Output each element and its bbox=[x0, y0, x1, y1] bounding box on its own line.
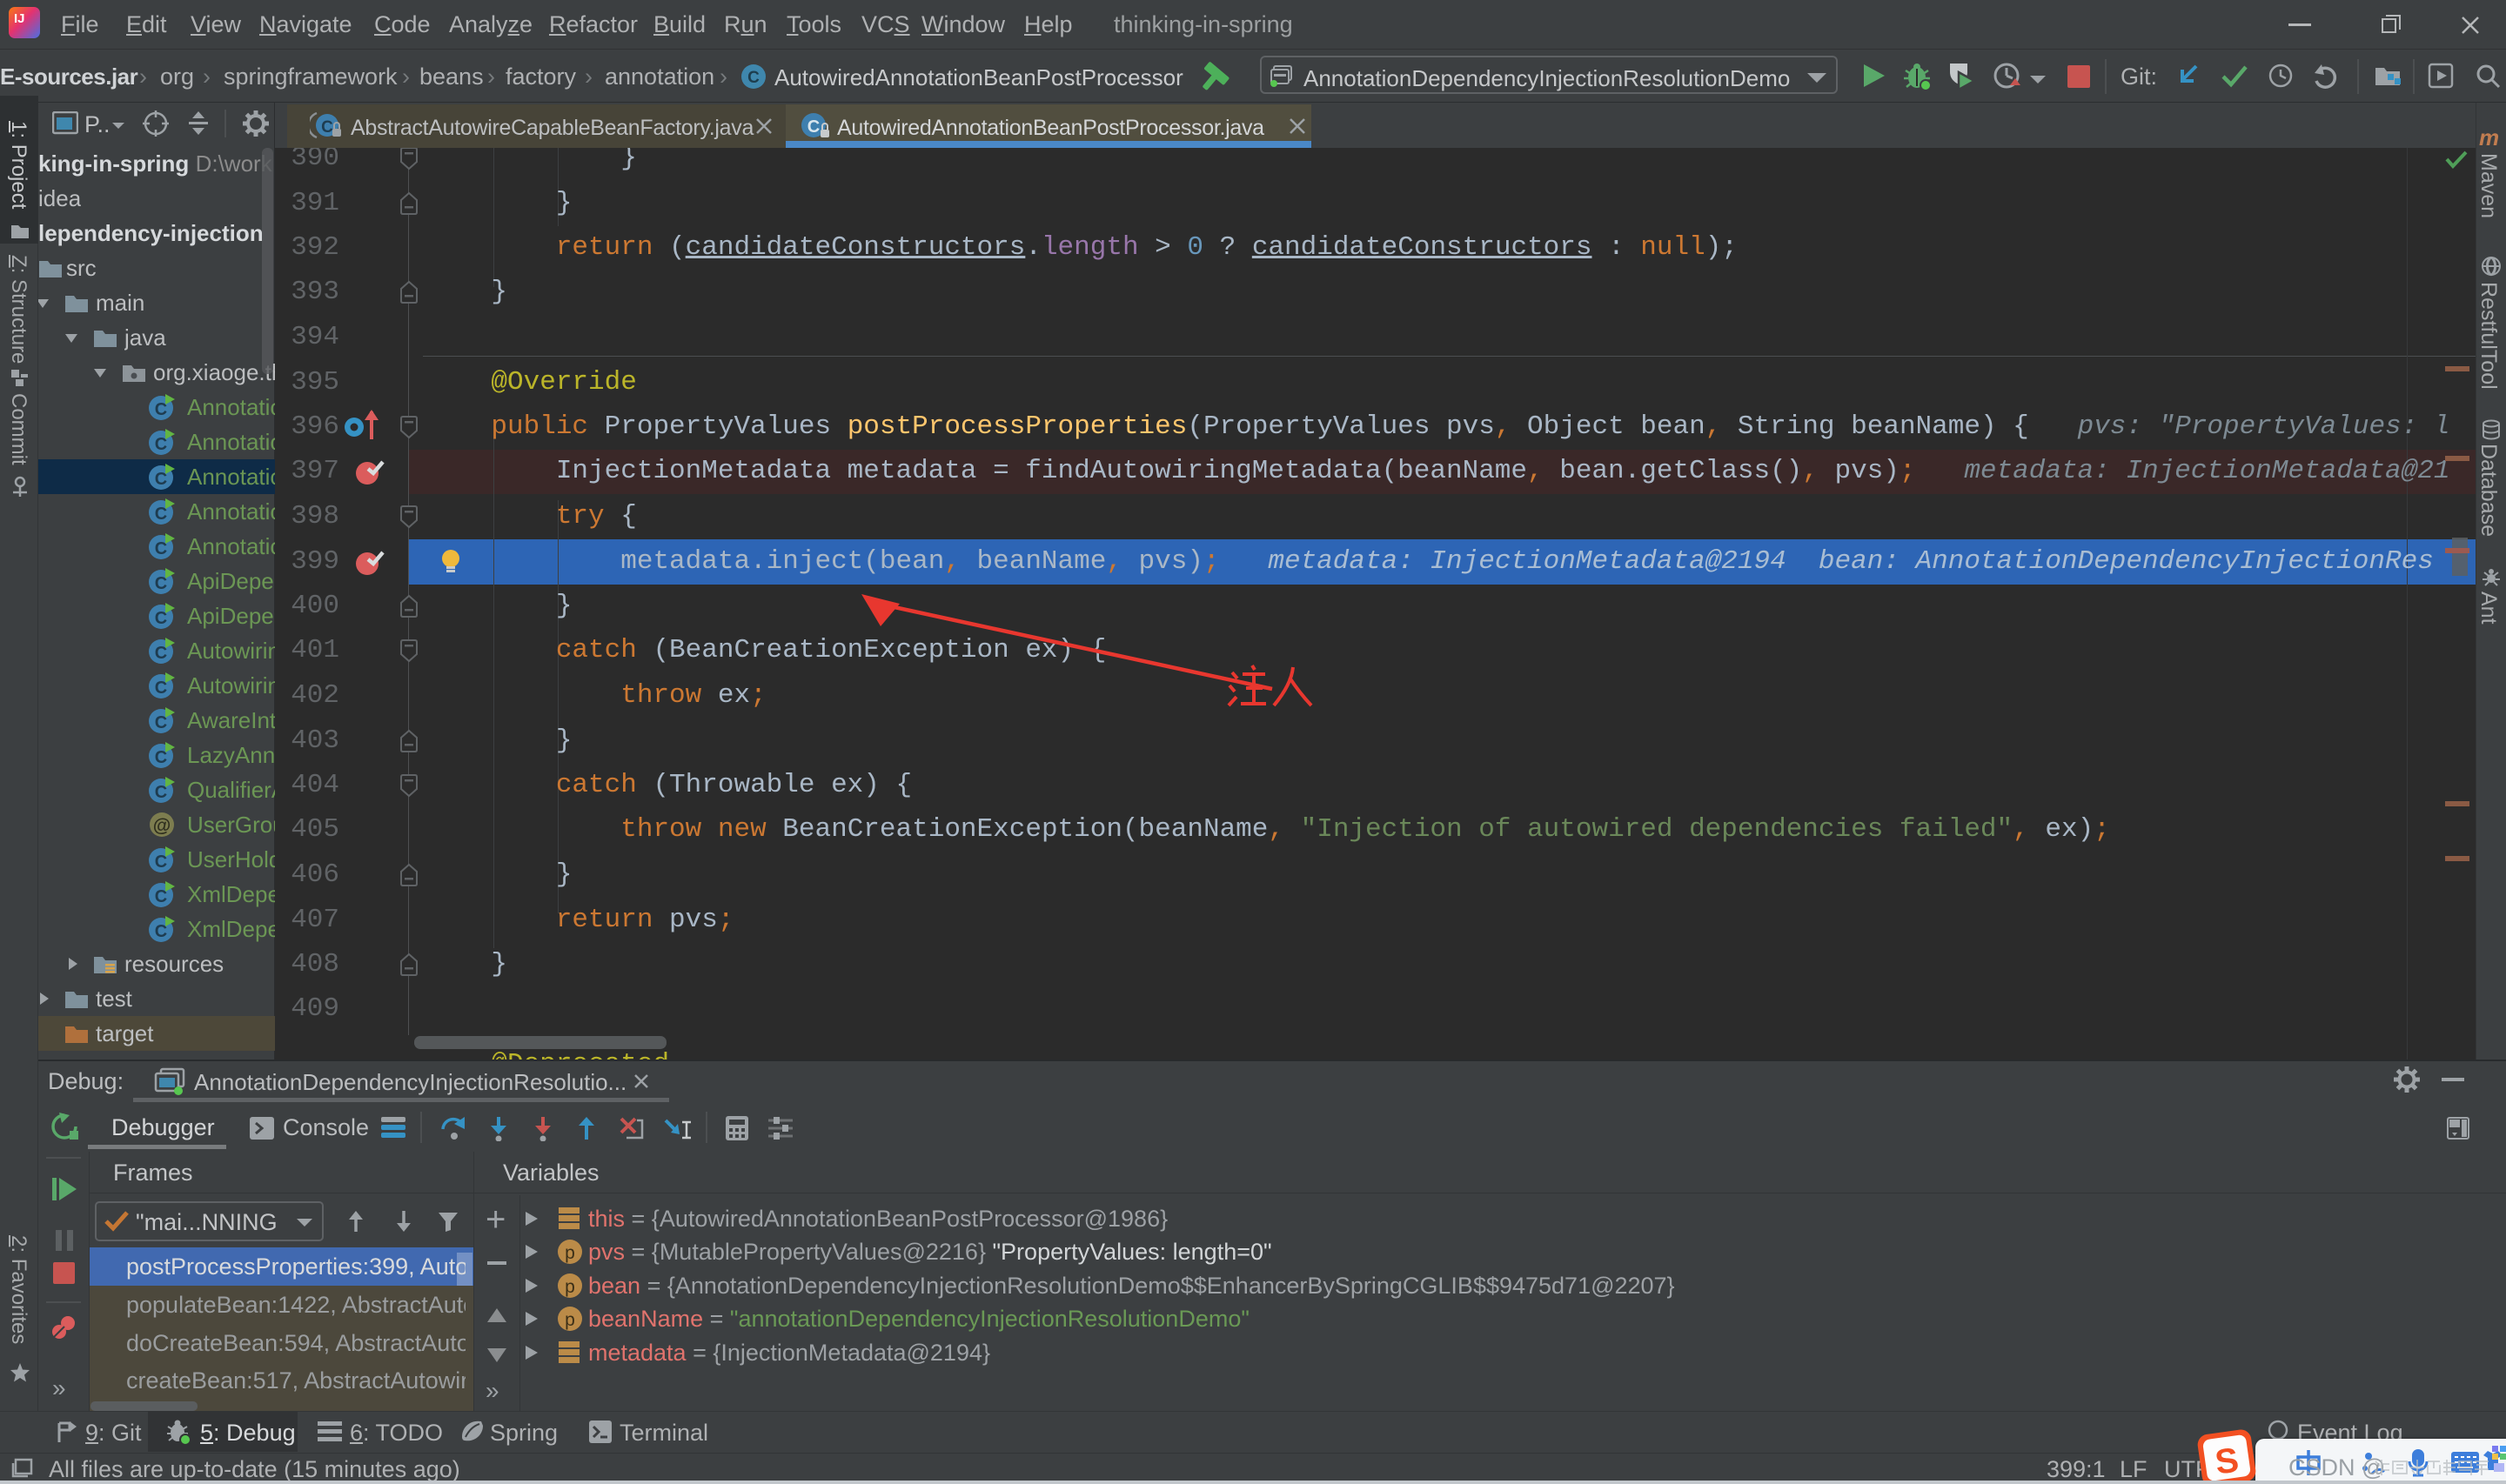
svg-text:C: C bbox=[747, 69, 760, 87]
svg-text:p: p bbox=[565, 1277, 575, 1297]
svg-text:C: C bbox=[807, 117, 820, 137]
svg-text:C: C bbox=[321, 118, 333, 137]
svg-text:p: p bbox=[565, 1243, 575, 1263]
svg-text:p: p bbox=[565, 1310, 575, 1330]
svg-text:@: @ bbox=[153, 816, 171, 836]
